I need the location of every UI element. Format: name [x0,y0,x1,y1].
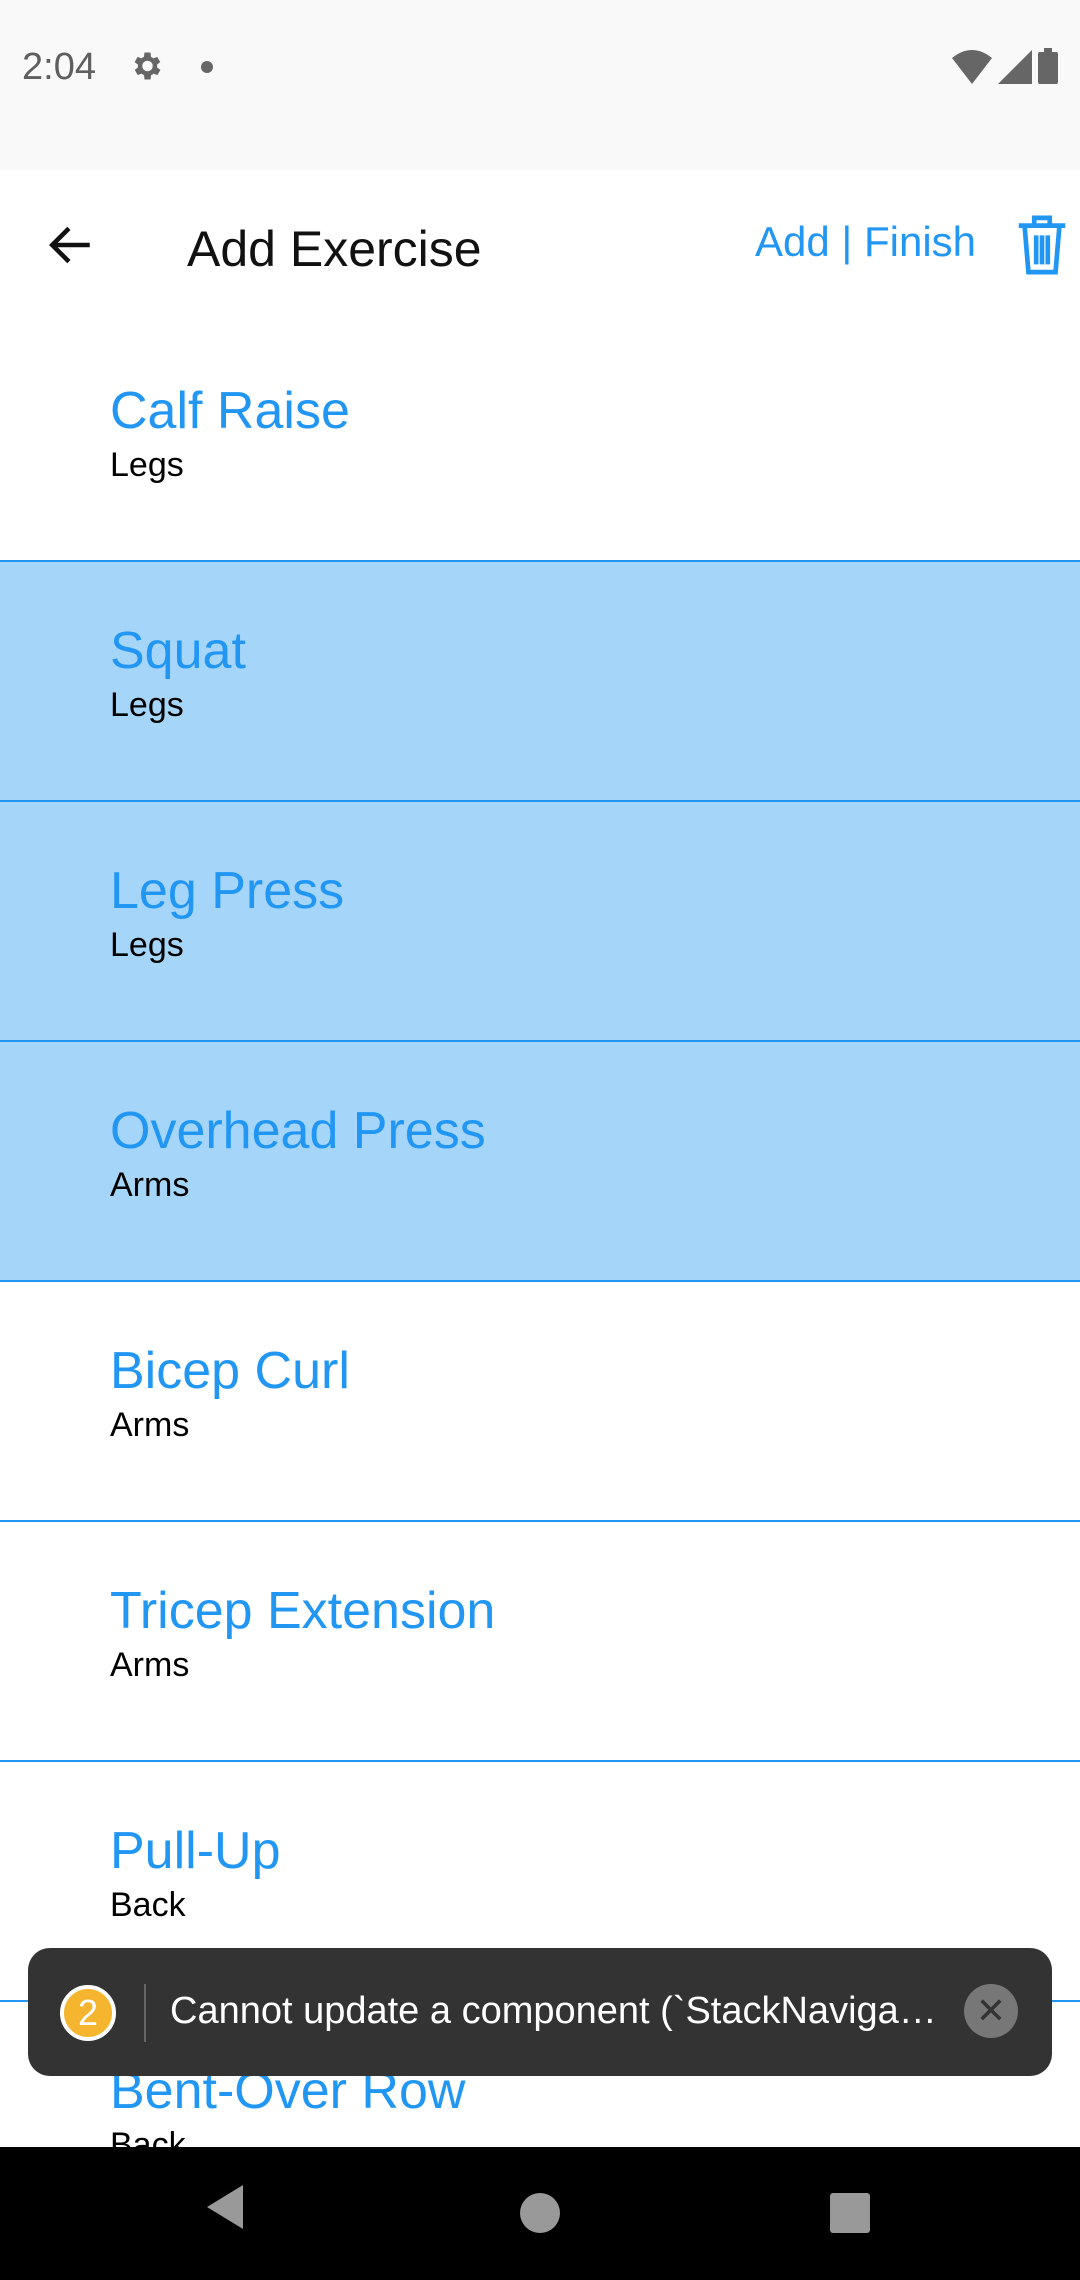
notification-dot-icon [201,61,213,73]
battery-icon [1038,48,1058,84]
exercise-item[interactable]: Squat Legs [0,562,1080,802]
exercise-name: Pull-Up [110,1822,281,1880]
exercise-item[interactable]: Bicep Curl Arms [0,1282,1080,1522]
app-header: Add Exercise Add | Finish [0,170,1080,328]
exercise-category: Back [110,1886,186,1924]
exercise-name: Tricep Extension [110,1582,496,1640]
exercise-category: Arms [110,1646,190,1684]
gear-icon [134,52,161,80]
error-toast[interactable]: 2 Cannot update a component (`StackNavig… [28,1948,1052,2076]
exercise-item[interactable]: Tricep Extension Arms [0,1522,1080,1762]
exercise-name: Calf Raise [110,382,350,440]
exercise-category: Legs [110,926,184,964]
status-time: 2:04 [22,46,96,88]
exercise-category: Legs [110,686,184,724]
nav-home-icon[interactable] [520,2193,560,2233]
exercise-category: Legs [110,446,184,484]
arrow-left-icon[interactable] [46,220,96,270]
exercise-item[interactable]: Overhead Press Arms [0,1042,1080,1282]
wifi-icon [952,50,992,84]
system-nav-bar [0,2147,1080,2280]
status-bar: 2:04 [0,0,1080,170]
exercise-item[interactable]: Calf Raise Legs [0,328,1080,562]
add-finish-button[interactable]: Add | Finish [755,218,976,266]
nav-back-icon[interactable] [205,2185,245,2229]
exercise-category: Arms [110,1166,190,1204]
nav-recents-icon[interactable] [830,2193,870,2233]
toast-message[interactable]: Cannot update a component (`StackNaviga… [170,1990,937,2033]
exercise-name: Leg Press [110,862,345,920]
error-count-badge: 2 [60,1985,116,2041]
exercise-name: Bicep Curl [110,1342,350,1400]
exercise-item[interactable]: Leg Press Legs [0,802,1080,1042]
exercise-name: Overhead Press [110,1102,486,1160]
close-icon[interactable]: ✕ [964,1984,1018,2038]
signal-icon [998,50,1032,84]
trash-icon[interactable] [1016,214,1068,276]
exercise-category: Arms [110,1406,190,1444]
divider [144,1984,146,2042]
exercise-name: Squat [110,622,246,680]
page-title: Add Exercise [187,221,482,277]
